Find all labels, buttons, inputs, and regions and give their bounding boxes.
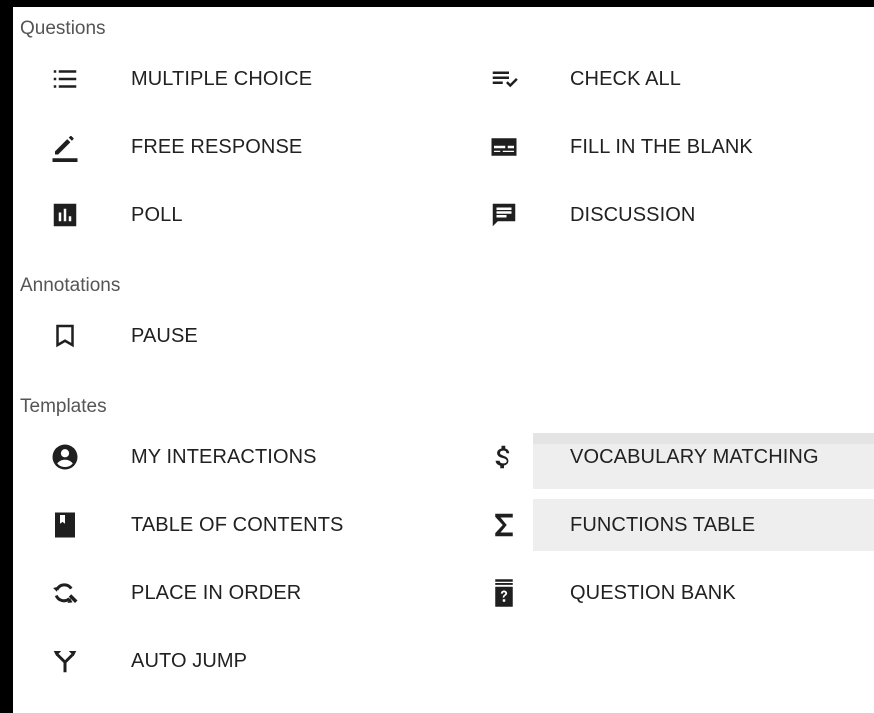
- menu-item-free-response[interactable]: FREE RESPONSE: [41, 121, 471, 173]
- menu-item-table-of-contents[interactable]: TABLE OF CONTENTS: [41, 499, 471, 551]
- section-title-annotations: Annotations: [20, 275, 121, 296]
- menu-item-label: VOCABULARY MATCHING: [570, 445, 819, 468]
- menu-item-label: QUESTION BANK: [570, 581, 736, 604]
- menu-item-pause[interactable]: PAUSE: [41, 310, 471, 362]
- menu-item-label: TABLE OF CONTENTS: [131, 513, 344, 536]
- reorder-search-icon: [39, 567, 91, 619]
- blank-field-icon: [478, 121, 530, 173]
- list-icon: [39, 53, 91, 105]
- menu-item-label: FILL IN THE BLANK: [570, 135, 753, 158]
- menu-item-label: DISCUSSION: [570, 203, 696, 226]
- checklist-icon: [478, 53, 530, 105]
- insert-menu-panel: Questions MULTIPLE CHOICE CHECK ALL FREE…: [13, 7, 874, 713]
- menu-item-label: CHECK ALL: [570, 67, 681, 90]
- account-circle-icon: [39, 431, 91, 483]
- menu-item-multiple-choice[interactable]: MULTIPLE CHOICE: [41, 53, 471, 105]
- menu-item-auto-jump[interactable]: AUTO JUMP: [41, 635, 471, 687]
- dollar-icon: [478, 431, 530, 483]
- bookmark-icon: [39, 310, 91, 362]
- menu-item-label: FREE RESPONSE: [131, 135, 303, 158]
- menu-item-label: FUNCTIONS TABLE: [570, 513, 756, 536]
- book-icon: [39, 499, 91, 551]
- menu-item-poll[interactable]: POLL: [41, 189, 471, 241]
- menu-item-vocabulary-matching[interactable]: VOCABULARY MATCHING: [480, 431, 874, 483]
- menu-item-functions-table[interactable]: FUNCTIONS TABLE: [480, 499, 874, 551]
- menu-item-fill-in-the-blank[interactable]: FILL IN THE BLANK: [480, 121, 874, 173]
- section-title-questions: Questions: [20, 18, 106, 39]
- section-title-templates: Templates: [20, 396, 107, 417]
- menu-item-label: AUTO JUMP: [131, 649, 248, 672]
- menu-item-my-interactions[interactable]: MY INTERACTIONS: [41, 431, 471, 483]
- pencil-icon: [39, 121, 91, 173]
- menu-item-label: PAUSE: [131, 324, 198, 347]
- menu-item-discussion[interactable]: DISCUSSION: [480, 189, 874, 241]
- menu-item-check-all[interactable]: CHECK ALL: [480, 53, 874, 105]
- sigma-icon: [478, 499, 530, 551]
- menu-item-label: MULTIPLE CHOICE: [131, 67, 313, 90]
- chat-icon: [478, 189, 530, 241]
- menu-item-label: POLL: [131, 203, 183, 226]
- menu-item-place-in-order[interactable]: PLACE IN ORDER: [41, 567, 471, 619]
- merge-arrows-icon: [39, 635, 91, 687]
- menu-item-label: MY INTERACTIONS: [131, 445, 317, 468]
- menu-item-question-bank[interactable]: QUESTION BANK: [480, 567, 874, 619]
- question-bank-icon: [478, 567, 530, 619]
- menu-item-label: PLACE IN ORDER: [131, 581, 302, 604]
- poll-chart-icon: [39, 189, 91, 241]
